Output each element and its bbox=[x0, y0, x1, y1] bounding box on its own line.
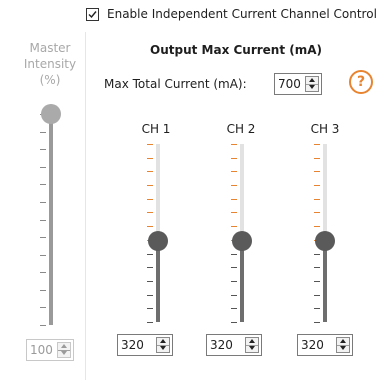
channel-1-slider-tick bbox=[147, 171, 153, 173]
master-slider-tick bbox=[40, 325, 46, 326]
master-spin-buttons bbox=[57, 342, 71, 358]
channel-2-spinbox[interactable]: 320 bbox=[206, 334, 262, 356]
master-intensity-slider[interactable] bbox=[36, 104, 66, 326]
channel-1-slider-tick bbox=[147, 212, 153, 214]
channel-3-slider-tick bbox=[314, 267, 320, 269]
channel-1-spin-down-button[interactable] bbox=[157, 345, 169, 352]
max-total-spin-buttons bbox=[305, 76, 319, 92]
channel-2-slider-track-fill bbox=[240, 240, 244, 322]
master-intensity-spinbox[interactable]: 100 bbox=[26, 339, 74, 361]
master-slider-tick bbox=[40, 131, 46, 133]
channel-1-slider-tick bbox=[147, 280, 153, 282]
channel-1-slider-tick bbox=[147, 226, 153, 228]
channel-3-slider-thumb[interactable] bbox=[315, 230, 335, 251]
channel-3-slider-tick bbox=[314, 198, 320, 200]
channel-1-slider-track-fill bbox=[156, 240, 160, 322]
max-total-current-spinbox[interactable]: 700 bbox=[274, 73, 322, 95]
channel-2-slider-tick bbox=[231, 280, 237, 282]
channel-3-slider-tick bbox=[314, 308, 320, 310]
channel-3-slider-tick bbox=[314, 294, 320, 296]
channel-2-slider-tick bbox=[231, 294, 237, 296]
channel-2-slider-thumb[interactable] bbox=[232, 230, 252, 251]
channel-2-slider-tick bbox=[231, 226, 237, 228]
channel-1-slider-thumb[interactable] bbox=[148, 230, 168, 251]
channel-2-slider-tick bbox=[231, 144, 237, 145]
channel-2-spin-buttons bbox=[245, 337, 259, 353]
channel-3-slider-tick bbox=[314, 226, 320, 228]
channel-2-slider-tick bbox=[231, 185, 237, 187]
channel-2-slider-tick bbox=[231, 267, 237, 269]
enable-independent-checkbox[interactable] bbox=[86, 8, 99, 21]
channel-3-slider-tick bbox=[314, 157, 320, 159]
channel-2-slider-tick bbox=[231, 212, 237, 214]
master-slider-track-fill bbox=[49, 114, 53, 325]
channel-1-slider-tick bbox=[147, 144, 153, 145]
channel-3-spin-buttons bbox=[336, 337, 350, 353]
master-slider-tick bbox=[40, 254, 46, 256]
channel-2-slider-tick bbox=[231, 157, 237, 159]
channel-3-slider-tick bbox=[314, 171, 320, 173]
max-total-current-label: Max Total Current (mA): bbox=[104, 77, 247, 91]
master-slider-thumb[interactable] bbox=[41, 104, 61, 124]
channel-1-slider[interactable] bbox=[143, 144, 173, 323]
enable-independent-label: Enable Independent Current Channel Contr… bbox=[107, 7, 377, 21]
master-slider-tick bbox=[40, 219, 46, 221]
master-spin-down-button[interactable] bbox=[58, 350, 70, 357]
channel-3-slider-track-fill bbox=[323, 240, 327, 322]
channel-2-spin-down-button[interactable] bbox=[246, 345, 258, 352]
master-intensity-value: 100 bbox=[30, 343, 53, 357]
max-total-current-value: 700 bbox=[278, 77, 301, 91]
channel-1-slider-tick bbox=[147, 308, 153, 310]
max-total-spin-down-button[interactable] bbox=[306, 84, 318, 91]
channel-1-label: CH 1 bbox=[141, 122, 171, 136]
channel-1-slider-tick bbox=[147, 185, 153, 187]
channel-3-slider-tick bbox=[314, 185, 320, 187]
channel-3-slider-tick bbox=[314, 253, 320, 255]
help-icon[interactable]: ? bbox=[349, 70, 373, 94]
channel-3-spin-down-button[interactable] bbox=[337, 345, 349, 352]
checkmark-icon bbox=[88, 11, 97, 19]
channel-1-slider-tick bbox=[147, 198, 153, 200]
channel-1-spin-buttons bbox=[156, 337, 170, 353]
channel-2-slider-tick bbox=[231, 171, 237, 173]
master-slider-tick bbox=[40, 166, 46, 168]
master-slider-tick bbox=[40, 272, 46, 274]
channel-2-label: CH 2 bbox=[226, 122, 256, 136]
channel-2-value: 320 bbox=[210, 338, 233, 352]
channel-1-slider-tick bbox=[147, 157, 153, 159]
channel-1-slider-tick bbox=[147, 294, 153, 296]
channel-2-slider-tick bbox=[231, 322, 237, 323]
channel-1-slider-tick bbox=[147, 253, 153, 255]
master-slider-tick bbox=[40, 237, 46, 239]
output-max-current-title: Output Max Current (mA) bbox=[150, 43, 323, 57]
channel-3-spinbox[interactable]: 320 bbox=[297, 334, 353, 356]
channel-3-slider-tick bbox=[314, 322, 320, 323]
channel-2-slider[interactable] bbox=[227, 144, 257, 323]
channel-1-value: 320 bbox=[121, 338, 144, 352]
channel-2-slider-tick bbox=[231, 198, 237, 200]
master-slider-tick bbox=[40, 289, 46, 291]
channel-3-value: 320 bbox=[301, 338, 324, 352]
channel-3-slider-tick bbox=[314, 212, 320, 214]
master-slider-tick bbox=[40, 149, 46, 151]
channel-2-slider-tick bbox=[231, 253, 237, 255]
channel-1-slider-tick bbox=[147, 267, 153, 269]
channel-1-spinbox[interactable]: 320 bbox=[117, 334, 173, 356]
channel-3-slider-tick bbox=[314, 144, 320, 145]
column-divider bbox=[85, 32, 86, 380]
channel-3-label: CH 3 bbox=[310, 122, 340, 136]
channel-1-slider-tick bbox=[147, 322, 153, 323]
channel-3-slider-tick bbox=[314, 280, 320, 282]
master-slider-tick bbox=[40, 184, 46, 186]
channel-2-slider-tick bbox=[231, 308, 237, 310]
master-slider-tick bbox=[40, 201, 46, 203]
master-slider-tick bbox=[40, 307, 46, 309]
channel-3-slider[interactable] bbox=[310, 144, 340, 323]
